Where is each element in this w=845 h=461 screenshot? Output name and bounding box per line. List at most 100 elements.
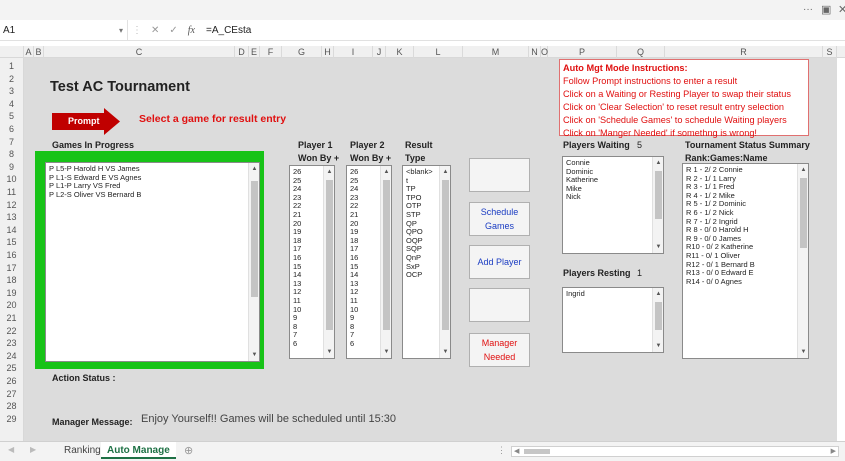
row-header-15[interactable]: 15 [0, 236, 23, 249]
column-header-p[interactable]: P [548, 46, 617, 58]
function-icon[interactable]: fx [188, 25, 195, 36]
row-header-7[interactable]: 7 [0, 136, 23, 149]
row-header-2[interactable]: 2 [0, 73, 23, 86]
resting-player-item[interactable]: Ingrid [566, 289, 663, 299]
row-header-28[interactable]: 28 [0, 400, 23, 413]
manager-message-label: Manager Message: [52, 417, 133, 427]
add-player-button[interactable]: Add Player [469, 245, 530, 279]
column-header-r[interactable]: R [665, 46, 823, 58]
summary-columns-label: Rank:Games:Name [685, 153, 768, 163]
waiting-player-item[interactable]: Nick [566, 193, 663, 202]
row-header-25[interactable]: 25 [0, 362, 23, 375]
player1-score-list[interactable]: ▲ ▼ 26 25 24 23 22 21 20 19 18 17 16 15 14 13 12 11 10 9 8 7… [289, 165, 335, 359]
row-header-19[interactable]: 19 [0, 287, 23, 300]
formula-bar: A1 ▾ ⋮ ✕ ✓ fx =A_CEsta [0, 20, 845, 41]
row-header-22[interactable]: 22 [0, 325, 23, 338]
column-header-g[interactable]: G [282, 46, 322, 58]
manager-message-text: Enjoy Yourself!! Games will be scheduled… [141, 413, 396, 425]
column-header-k[interactable]: K [386, 46, 414, 58]
row-header-6[interactable]: 6 [0, 123, 23, 136]
clear-selection-button[interactable] [469, 158, 530, 192]
row-header-10[interactable]: 10 [0, 173, 23, 186]
chevron-down-icon[interactable]: ▾ [119, 26, 123, 35]
player2-score-list[interactable]: ▲ ▼ 26 25 24 23 22 21 20 19 18 17 16 15 14 13 12 11 10 9 8 7… [346, 165, 392, 359]
window-title-bar: ··· ▣ ✕ [0, 0, 845, 20]
column-header-f[interactable]: F [260, 46, 282, 58]
column-header-d[interactable]: D [235, 46, 249, 58]
scroll-right-icon[interactable]: ▶ [831, 447, 836, 455]
restore-icon[interactable]: ▣ [821, 3, 831, 16]
players-resting-list[interactable]: ▲ ▼ Ingrid [562, 287, 664, 353]
schedule-games-button[interactable]: Schedule Games [469, 202, 530, 236]
manager-needed-button[interactable]: Manager Needed [469, 333, 530, 367]
games-list[interactable]: ▲ ▼ P L5-P Harold H VS James P L1-S Edward… [45, 162, 260, 362]
more-icon[interactable]: ··· [803, 4, 813, 15]
row-header-17[interactable]: 17 [0, 262, 23, 275]
row-header-3[interactable]: 3 [0, 85, 23, 98]
tab-splitter-icon[interactable]: ⋮ [497, 445, 506, 456]
tab-auto-manage[interactable]: Auto Manage [101, 442, 176, 459]
scroll-left-icon[interactable]: ◀ [514, 447, 519, 455]
name-box[interactable]: A1 ▾ [0, 20, 128, 40]
row-header-27[interactable]: 27 [0, 388, 23, 401]
row-header-11[interactable]: 11 [0, 186, 23, 199]
row-header-29[interactable]: 29 [0, 413, 23, 426]
summary-scrollbar[interactable]: ▲ ▼ [797, 164, 808, 358]
column-header-c[interactable]: C [44, 46, 235, 58]
cancel-icon[interactable]: ✕ [151, 25, 159, 36]
game-list-item[interactable]: P L2-S Oliver VS Bernard B [49, 190, 259, 200]
summary-row[interactable]: R14 - 0/ 0 Agnes [686, 277, 808, 287]
row-header-20[interactable]: 20 [0, 299, 23, 312]
games-scrollbar[interactable]: ▲ ▼ [248, 163, 259, 361]
row-header-14[interactable]: 14 [0, 224, 23, 237]
select-all-corner[interactable] [0, 46, 24, 58]
row-header-9[interactable]: 9 [0, 161, 23, 174]
add-sheet-icon[interactable]: ⊕ [184, 444, 193, 457]
column-header-i[interactable]: I [334, 46, 373, 58]
next-sheet-icon[interactable]: ▶ [30, 445, 36, 454]
prev-sheet-icon[interactable]: ◀ [8, 445, 14, 454]
row-header-13[interactable]: 13 [0, 211, 23, 224]
row-header-26[interactable]: 26 [0, 375, 23, 388]
waiting-scrollbar[interactable]: ▲ ▼ [652, 157, 663, 253]
player2-scrollbar[interactable]: ▲ ▼ [380, 166, 391, 358]
row-header-8[interactable]: 8 [0, 148, 23, 161]
row-header-18[interactable]: 18 [0, 274, 23, 287]
column-header-j[interactable]: J [373, 46, 386, 58]
tab-ranking[interactable]: Ranking [58, 442, 107, 459]
instructions-panel: Auto Mgt Mode Instructions: Follow Prompt… [559, 59, 809, 138]
horizontal-scrollbar[interactable]: ◀ ▶ [511, 446, 839, 457]
row-header-1[interactable]: 1 [0, 60, 23, 73]
result-type-list[interactable]: ▲ ▼ <blank> t TP TPO OTP STP QP QPO OQP SQP QnP SxP O… [402, 165, 451, 359]
column-header-a[interactable]: A [24, 46, 34, 58]
tournament-summary-list[interactable]: ▲ ▼ R 1 - 2/ 2 Connie R 2 - 1/ 1 Larry R 3 … [682, 163, 809, 359]
column-header-q[interactable]: Q [617, 46, 665, 58]
blank-button[interactable] [469, 288, 530, 322]
column-header-l[interactable]: L [414, 46, 463, 58]
row-header-16[interactable]: 16 [0, 249, 23, 262]
horizontal-scroll-thumb[interactable] [524, 449, 550, 454]
resting-scrollbar[interactable]: ▲ ▼ [652, 288, 663, 352]
enter-icon[interactable]: ✓ [169, 25, 177, 36]
column-header-n[interactable]: N [529, 46, 541, 58]
column-header-b[interactable]: B [34, 46, 44, 58]
result-scrollbar[interactable]: ▲ ▼ [439, 166, 450, 358]
row-header-21[interactable]: 21 [0, 312, 23, 325]
column-header-h[interactable]: H [322, 46, 334, 58]
close-icon[interactable]: ✕ [838, 3, 845, 16]
players-waiting-list[interactable]: ▲ ▼ Connie Dominic Katherine Mike Nick [562, 156, 664, 254]
row-header-23[interactable]: 23 [0, 337, 23, 350]
player2-label: Player 2 [350, 140, 385, 150]
column-header-o[interactable]: O [541, 46, 548, 58]
row-header-24[interactable]: 24 [0, 350, 23, 363]
row-header-12[interactable]: 12 [0, 199, 23, 212]
separator-icon: ⋮ [132, 24, 142, 36]
column-header-e[interactable]: E [249, 46, 260, 58]
formula-input[interactable]: =A_CEsta [206, 25, 251, 36]
row-header-4[interactable]: 4 [0, 98, 23, 111]
row-header-5[interactable]: 5 [0, 110, 23, 123]
player1-scrollbar[interactable]: ▲ ▼ [323, 166, 334, 358]
players-waiting-label: Players Waiting [563, 140, 630, 150]
column-header-m[interactable]: M [463, 46, 529, 58]
column-header-s[interactable]: S [823, 46, 837, 58]
